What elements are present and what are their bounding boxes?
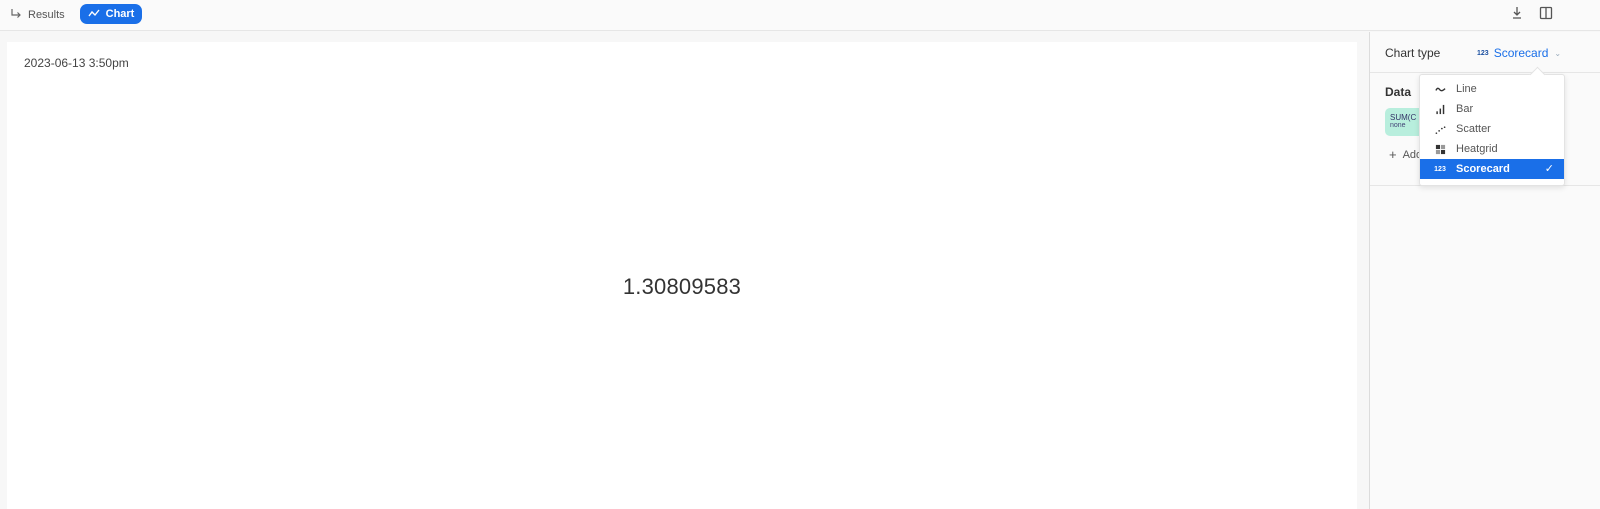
dropdown-item-label: Bar	[1456, 103, 1474, 115]
chart-timestamp: 2023-06-13 3:50pm	[24, 56, 129, 70]
data-field-name: SUM(C	[1390, 113, 1417, 122]
line-chart-icon	[1434, 83, 1446, 95]
dropdown-item-label: Scatter	[1456, 123, 1491, 135]
add-data-button[interactable]: + Add	[1389, 147, 1422, 162]
data-field-aggregation: none	[1390, 122, 1406, 129]
heatgrid-icon	[1434, 143, 1446, 155]
chart-type-dropdown: Line Bar Scatter Heatgrid 123 Scorecard …	[1419, 74, 1565, 186]
plus-icon: +	[1389, 147, 1397, 162]
chart-type-row: Chart type 123 Scorecard ⌄	[1370, 32, 1600, 73]
dropdown-item-scorecard[interactable]: 123 Scorecard ✓	[1420, 159, 1564, 179]
bar-chart-icon	[1434, 103, 1446, 115]
scorecard-value: 1.30809583	[622, 274, 742, 299]
dropdown-item-label: Line	[1456, 83, 1477, 95]
dropdown-item-heatgrid[interactable]: Heatgrid	[1420, 139, 1564, 159]
chart-type-select[interactable]: 123 Scorecard ⌄	[1477, 46, 1561, 60]
tab-chart-label: Chart	[105, 8, 135, 20]
scorecard-icon: 123	[1477, 49, 1489, 57]
tab-results-label: Results	[28, 9, 65, 21]
tab-results[interactable]: Results	[10, 6, 65, 24]
chart-type-label: Chart type	[1385, 46, 1441, 60]
scorecard-chart: 2023-06-13 3:50pm 1.30809583	[7, 42, 1357, 509]
dropdown-item-label: Heatgrid	[1456, 143, 1498, 155]
chart-type-value: Scorecard	[1493, 46, 1549, 60]
chart-area: 2023-06-13 3:50pm 1.30809583	[0, 32, 1369, 509]
top-toolbar: Results Chart	[0, 0, 1600, 31]
data-section-title: Data	[1385, 85, 1412, 99]
download-button[interactable]	[1509, 6, 1525, 25]
scatter-chart-icon	[1434, 123, 1446, 135]
split-panel-icon	[1539, 6, 1553, 25]
dropdown-item-label: Scorecard	[1456, 163, 1510, 175]
tab-chart[interactable]: Chart	[80, 4, 142, 24]
dropdown-item-scatter[interactable]: Scatter	[1420, 119, 1564, 139]
dropdown-item-bar[interactable]: Bar	[1420, 99, 1564, 119]
check-icon: ✓	[1544, 163, 1554, 175]
toggle-panel-button[interactable]	[1538, 6, 1554, 25]
download-icon	[1510, 6, 1524, 25]
line-chart-icon	[88, 7, 100, 22]
return-arrow-icon	[10, 8, 22, 23]
scorecard-icon: 123	[1434, 165, 1446, 173]
dropdown-item-line[interactable]: Line	[1420, 79, 1564, 99]
chevron-down-icon: ⌄	[1554, 48, 1562, 58]
